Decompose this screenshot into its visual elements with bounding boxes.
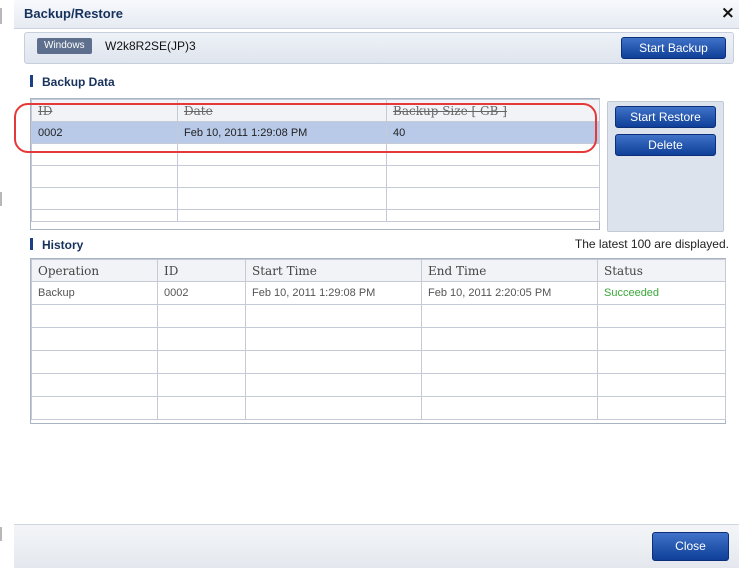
backup-data-table: ID Date Backup Size [ GB ] 0002 Feb 10, … <box>30 98 600 230</box>
cell <box>421 304 598 328</box>
col-header-id[interactable]: ID <box>31 99 178 122</box>
server-info-bar: Windows W2k8R2SE(JP)3 Start Backup <box>24 32 734 64</box>
backup-data-heading-text: Backup Data <box>42 75 115 89</box>
cell <box>157 350 246 374</box>
start-restore-button[interactable]: Start Restore <box>615 106 716 128</box>
cell <box>386 143 600 166</box>
cell <box>31 350 158 374</box>
dialog-title: Backup/Restore <box>24 6 123 21</box>
cell <box>386 165 600 188</box>
table-row[interactable] <box>31 187 600 210</box>
table-row[interactable] <box>31 327 726 351</box>
delete-button[interactable]: Delete <box>615 134 716 156</box>
table-row[interactable] <box>31 373 726 397</box>
cell <box>157 396 246 420</box>
window-edge-bottom <box>0 527 2 541</box>
col-header-operation[interactable]: Operation <box>31 259 158 282</box>
table-row[interactable] <box>31 165 600 188</box>
dialog-titlebar: Backup/Restore × <box>14 0 739 29</box>
cell <box>31 304 158 328</box>
backup-actions-panel: Start Restore Delete <box>607 101 724 232</box>
cell <box>31 187 178 210</box>
cell <box>157 327 246 351</box>
backup-header-row: ID Date Backup Size [ GB ] <box>31 99 600 122</box>
cell <box>177 165 387 188</box>
section-marker <box>30 75 33 87</box>
history-heading: History <box>30 238 83 252</box>
cell <box>386 209 600 222</box>
cell <box>597 373 726 397</box>
backup-restore-dialog: Backup/Restore × Windows W2k8R2SE(JP)3 S… <box>14 0 739 568</box>
cell-id: 0002 <box>157 281 246 305</box>
cell-start-time: Feb 10, 2011 1:29:08 PM <box>245 281 422 305</box>
history-heading-text: History <box>42 238 84 252</box>
cell <box>245 327 422 351</box>
cell <box>157 373 246 397</box>
cell <box>386 187 600 210</box>
col-header-backup-size[interactable]: Backup Size [ GB ] <box>386 99 600 122</box>
cell <box>245 350 422 374</box>
window-edge-mid <box>0 192 2 206</box>
cell-status: Succeeded <box>597 281 726 305</box>
server-name: W2k8R2SE(JP)3 <box>105 39 196 53</box>
table-row[interactable]: 0002 Feb 10, 2011 1:29:08 PM 40 <box>31 121 600 144</box>
backup-data-heading: Backup Data <box>30 75 115 89</box>
table-row[interactable]: Backup 0002 Feb 10, 2011 1:29:08 PM Feb … <box>31 281 726 305</box>
cell <box>421 396 598 420</box>
close-button[interactable]: Close <box>652 532 729 561</box>
cell <box>597 350 726 374</box>
cell <box>31 396 158 420</box>
table-row[interactable] <box>31 350 726 374</box>
col-header-status[interactable]: Status <box>597 259 726 282</box>
col-header-date[interactable]: Date <box>177 99 387 122</box>
start-backup-button[interactable]: Start Backup <box>621 37 726 59</box>
window-edge-top <box>0 8 2 24</box>
cell <box>31 327 158 351</box>
cell-end-time: Feb 10, 2011 2:20:05 PM <box>421 281 598 305</box>
cell <box>31 373 158 397</box>
close-icon[interactable]: × <box>721 3 735 23</box>
cell <box>597 327 726 351</box>
cell <box>597 396 726 420</box>
os-badge: Windows <box>37 38 92 54</box>
cell <box>245 373 422 397</box>
cell-size: 40 <box>386 121 600 144</box>
cell <box>177 187 387 210</box>
section-marker <box>30 238 33 250</box>
cell <box>31 143 178 166</box>
cell <box>31 165 178 188</box>
cell <box>177 209 387 222</box>
col-header-start-time[interactable]: Start Time <box>245 259 422 282</box>
table-row[interactable] <box>31 396 726 420</box>
history-header-row: Operation ID Start Time End Time Status <box>31 259 726 282</box>
dialog-footer: Close <box>14 524 739 568</box>
cell-id: 0002 <box>31 121 178 144</box>
cell-operation: Backup <box>31 281 158 305</box>
cell <box>421 327 598 351</box>
history-limit-note: The latest 100 are displayed. <box>574 237 729 251</box>
history-table: Operation ID Start Time End Time Status … <box>30 258 726 424</box>
col-header-id[interactable]: ID <box>157 259 246 282</box>
table-row[interactable] <box>31 304 726 328</box>
cell <box>245 396 422 420</box>
cell <box>597 304 726 328</box>
col-header-end-time[interactable]: End Time <box>421 259 598 282</box>
cell <box>177 143 387 166</box>
cell <box>421 350 598 374</box>
cell <box>31 209 178 222</box>
table-row[interactable] <box>31 209 600 222</box>
cell <box>421 373 598 397</box>
cell <box>157 304 246 328</box>
table-row[interactable] <box>31 143 600 166</box>
cell-date: Feb 10, 2011 1:29:08 PM <box>177 121 387 144</box>
cell <box>245 304 422 328</box>
